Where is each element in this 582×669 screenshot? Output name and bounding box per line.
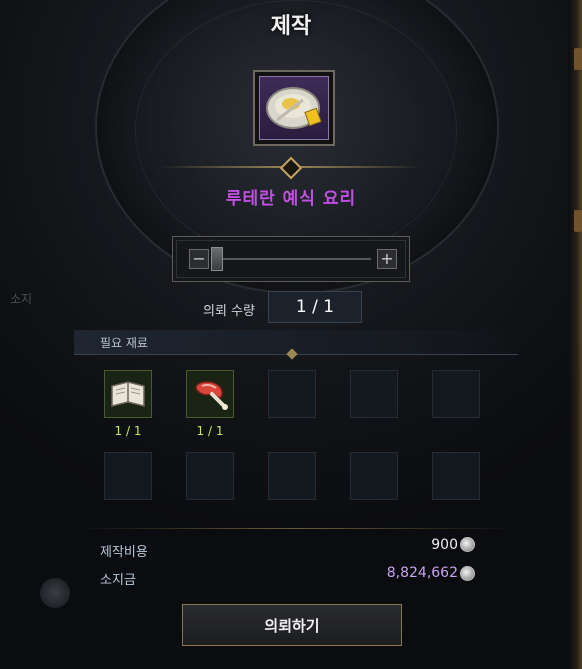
adjacent-window-edge xyxy=(568,0,582,669)
slider-track[interactable] xyxy=(217,258,371,260)
background-coin-ghost xyxy=(40,578,70,608)
crafted-item-slot[interactable] xyxy=(253,70,335,146)
request-button[interactable]: 의뢰하기 xyxy=(182,604,402,646)
material-slot-empty xyxy=(350,452,398,500)
owned-money-label: 소지금 xyxy=(100,573,136,588)
material-slot-empty xyxy=(268,452,316,500)
material-slot-empty xyxy=(432,452,480,500)
material-count: 1 / 1 xyxy=(196,424,224,438)
material-slot-empty xyxy=(186,452,234,500)
craft-cost-label: 제작비용 xyxy=(100,545,148,560)
decrease-button[interactable]: − xyxy=(189,249,209,269)
material-slot-book[interactable] xyxy=(104,370,152,418)
meat-icon xyxy=(195,381,228,410)
request-quantity-label: 의뢰 수량 xyxy=(203,304,255,319)
window-title: 제작 xyxy=(270,14,312,39)
materials-header: 필요 재료 xyxy=(74,330,518,360)
owned-money-value: 8,824,662 xyxy=(386,565,458,581)
craft-cost-value: 900 xyxy=(431,537,458,553)
background-ghost-text: 소지 xyxy=(10,292,33,306)
slider-handle[interactable] xyxy=(211,247,223,271)
silver-coin-icon xyxy=(460,537,475,552)
item-name: 루테란 예식 요리 xyxy=(225,189,357,209)
dish-icon xyxy=(266,87,322,129)
material-slot-empty xyxy=(350,370,398,418)
material-count: 1 / 1 xyxy=(114,424,142,438)
material-slot-empty xyxy=(104,452,152,500)
cost-divider xyxy=(74,528,518,529)
material-slot-meat[interactable] xyxy=(186,370,234,418)
book-icon xyxy=(111,381,145,407)
quantity-slider: − + xyxy=(172,236,410,282)
silver-coin-icon xyxy=(460,566,475,581)
request-quantity-field[interactable]: 1 / 1 xyxy=(268,291,362,323)
materials-title: 필요 재료 xyxy=(100,336,148,350)
material-slot-empty xyxy=(268,370,316,418)
material-slot-empty xyxy=(432,370,480,418)
increase-button[interactable]: + xyxy=(377,249,397,269)
